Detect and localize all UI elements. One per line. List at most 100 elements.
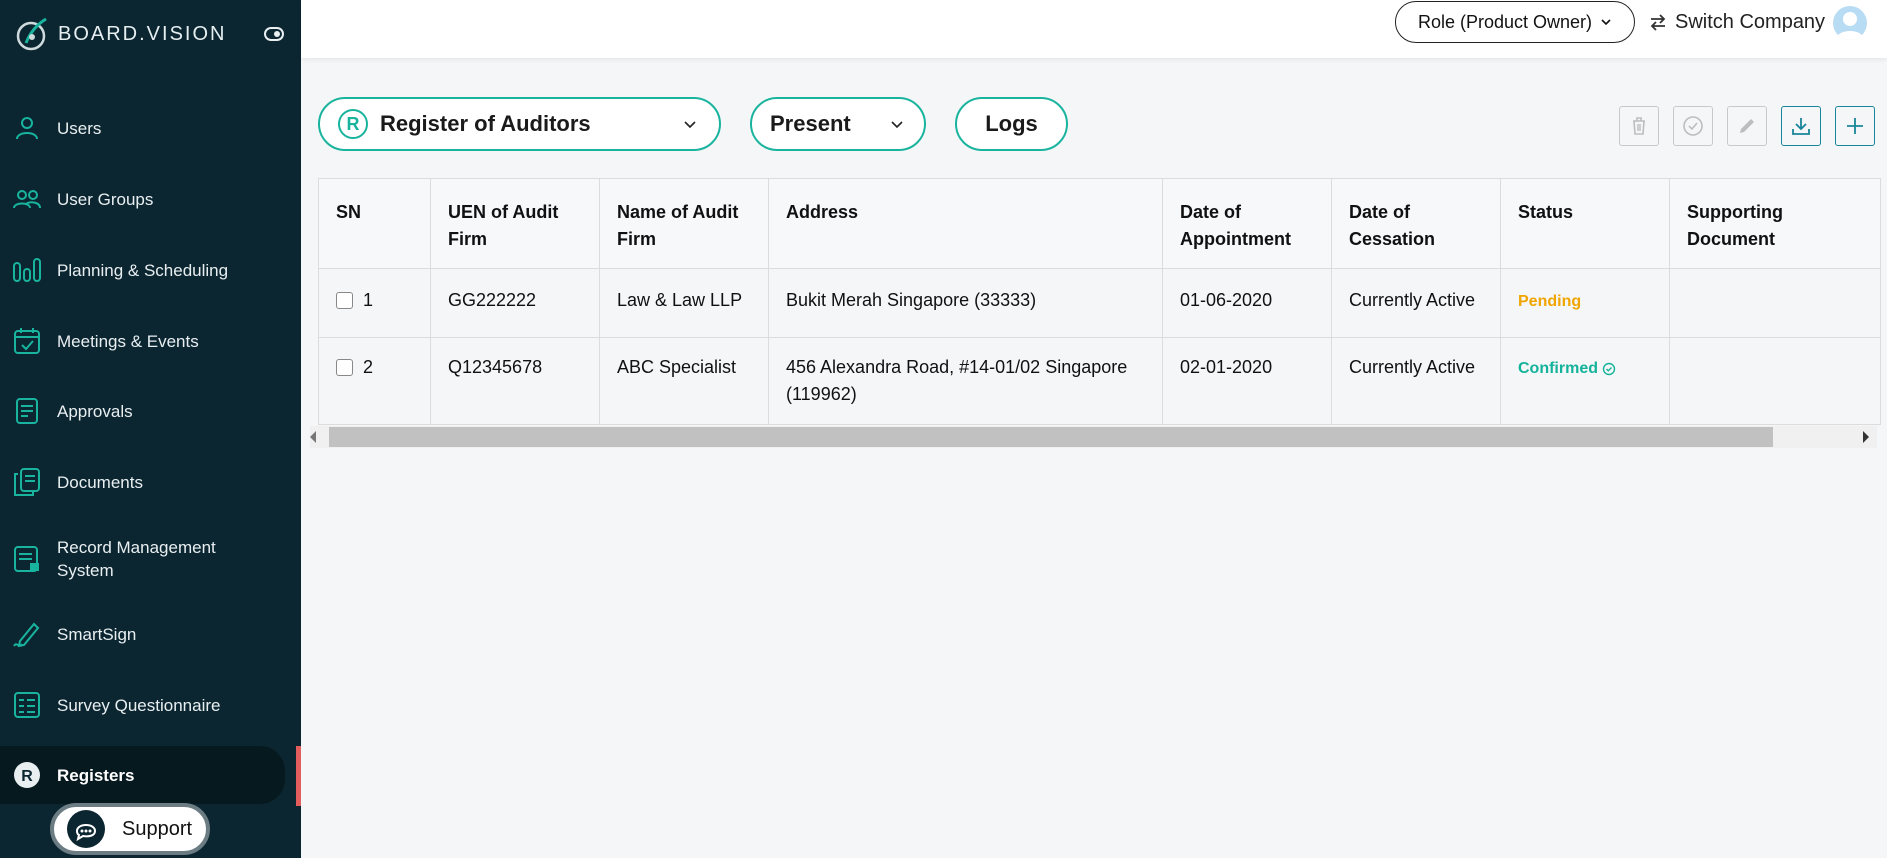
sidebar-item-label: Documents (57, 472, 143, 492)
scroll-left-arrow-icon[interactable] (310, 431, 316, 443)
sidebar-item-registers[interactable]: R Registers (0, 746, 285, 804)
logs-label: Logs (985, 111, 1038, 136)
svg-text:R: R (21, 768, 33, 785)
logo-mark-icon (16, 17, 47, 51)
user-icon (16, 117, 38, 140)
sidebar-item-label: Record Management System (57, 538, 216, 580)
support-button[interactable]: Support (50, 803, 210, 855)
sidebar-item-meetings[interactable]: Meetings & Events (0, 316, 301, 366)
column-header-supporting-document[interactable]: Supporting Document (1669, 178, 1881, 269)
sidebar-item-approvals[interactable]: Approvals (0, 386, 301, 436)
column-header-uen[interactable]: UEN of Audit Firm (430, 178, 600, 269)
role-label: Role (Product Owner) (1417, 11, 1593, 32)
cell-status: Confirmed (1500, 337, 1670, 425)
period-select-label: Present (770, 111, 851, 136)
sidebar-item-label: Survey Questionnaire (57, 695, 221, 715)
column-header-address[interactable]: Address (768, 178, 1163, 269)
table-row[interactable]: 2 Q12345678 ABC Specialist 456 Alexandra… (318, 337, 1881, 425)
user-group-icon (13, 190, 41, 209)
horizontal-scrollbar[interactable] (310, 426, 1877, 448)
sidebar-item-documents[interactable]: Documents (0, 457, 301, 507)
column-header-name[interactable]: Name of Audit Firm (599, 178, 769, 269)
record-icon (14, 546, 39, 572)
auditors-table: SN UEN of Audit Firm Name of Audit Firm … (318, 178, 1887, 425)
sidebar-item-users[interactable]: Users (0, 103, 301, 153)
cell-cessation: Currently Active (1331, 337, 1501, 425)
row-checkbox[interactable] (336, 292, 353, 309)
cell-supporting-document (1669, 268, 1881, 338)
cell-appointment: 02-01-2020 (1162, 337, 1332, 425)
delete-button[interactable] (1619, 106, 1659, 146)
cell-name: Law & Law LLP (599, 268, 769, 338)
approvals-icon (16, 398, 38, 424)
sidebar: BOARD.VISION Users User Groups Planning … (0, 0, 301, 858)
sidebar-item-record-management[interactable]: Record Management System (0, 528, 301, 590)
topbar: Role (Product Owner) Switch Company (301, 0, 1887, 58)
support-label: Support (122, 817, 193, 840)
planning-icon (13, 258, 41, 282)
column-header-status[interactable]: Status (1500, 178, 1670, 269)
cell-appointment: 01-06-2020 (1162, 268, 1332, 338)
sidebar-item-smartsign[interactable]: SmartSign (0, 609, 301, 659)
status-text: Confirmed (1518, 360, 1598, 377)
check-circle-icon (1602, 362, 1616, 375)
register-select[interactable]: R Register of Auditors (318, 97, 721, 151)
row-sn: 2 (363, 357, 374, 377)
chevron-down-icon (1601, 19, 1611, 26)
table-row[interactable]: 1 GG222222 Law & Law LLP Bukit Merah Sin… (318, 268, 1881, 338)
sidebar-item-label: Registers (57, 765, 135, 785)
user-avatar-icon (1836, 12, 1864, 40)
column-header-cessation[interactable]: Date of Cessation (1331, 178, 1501, 269)
sidebar-item-user-groups[interactable]: User Groups (0, 174, 301, 224)
register-select-label: Register of Auditors (380, 111, 591, 136)
status-badge: Confirmed (1518, 355, 1616, 382)
scroll-right-arrow-icon[interactable] (1863, 431, 1869, 443)
delete-icon (1633, 117, 1645, 135)
switch-arrows-icon (1650, 14, 1666, 31)
edit-button[interactable] (1727, 106, 1767, 146)
cell-uen: GG222222 (430, 268, 600, 338)
period-select[interactable]: Present (750, 97, 926, 151)
sidebar-item-planning[interactable]: Planning & Scheduling (0, 245, 301, 295)
sidebar-item-label: User Groups (57, 189, 154, 209)
calendar-icon (14, 328, 40, 354)
column-header-appointment[interactable]: Date of Appointment (1162, 178, 1332, 269)
logs-button[interactable]: Logs (955, 97, 1068, 151)
sidebar-item-survey[interactable]: Survey Questionnaire (0, 680, 301, 730)
add-icon (1847, 118, 1863, 134)
switch-company-label: Switch Company (1675, 10, 1826, 33)
sidebar-toggle-icon[interactable] (264, 27, 284, 41)
sidebar-item-label: SmartSign (57, 624, 137, 644)
edit-icon (1740, 119, 1754, 133)
role-dropdown[interactable]: Role (Product Owner) (1395, 1, 1635, 43)
scrollbar-thumb[interactable] (329, 427, 1773, 447)
cell-sn: 2 (318, 337, 431, 425)
status-badge: Pending (1518, 293, 1582, 310)
switch-company-button[interactable]: Switch Company (1647, 8, 1825, 36)
approve-button[interactable] (1673, 106, 1713, 146)
cell-cessation: Currently Active (1331, 268, 1501, 338)
active-item-marker (296, 746, 301, 806)
table-header-row: SN UEN of Audit Firm Name of Audit Firm … (318, 178, 1881, 269)
chevron-down-icon (684, 121, 696, 129)
row-checkbox[interactable] (336, 359, 353, 376)
cell-sn: 1 (318, 268, 431, 338)
add-button[interactable] (1835, 106, 1875, 146)
register-badge: R (338, 109, 368, 139)
avatar[interactable] (1833, 6, 1867, 40)
download-button[interactable] (1781, 106, 1821, 146)
download-icon (1792, 118, 1810, 135)
app-logo[interactable]: BOARD.VISION (12, 14, 226, 54)
pen-icon (13, 622, 40, 648)
documents-icon (14, 468, 40, 496)
registers-icon: R (14, 762, 40, 788)
logo-text: BOARD.VISION (58, 22, 227, 45)
column-header-sn[interactable]: SN (318, 178, 431, 269)
cell-status: Pending (1500, 268, 1670, 338)
chevron-down-icon (891, 121, 903, 129)
sidebar-item-label: Approvals (57, 401, 133, 421)
chat-support-icon (67, 810, 105, 848)
cell-address: 456 Alexandra Road, #14-01/02 Singapore … (768, 337, 1163, 425)
cell-uen: Q12345678 (430, 337, 600, 425)
sidebar-item-label: Meetings & Events (57, 331, 199, 351)
